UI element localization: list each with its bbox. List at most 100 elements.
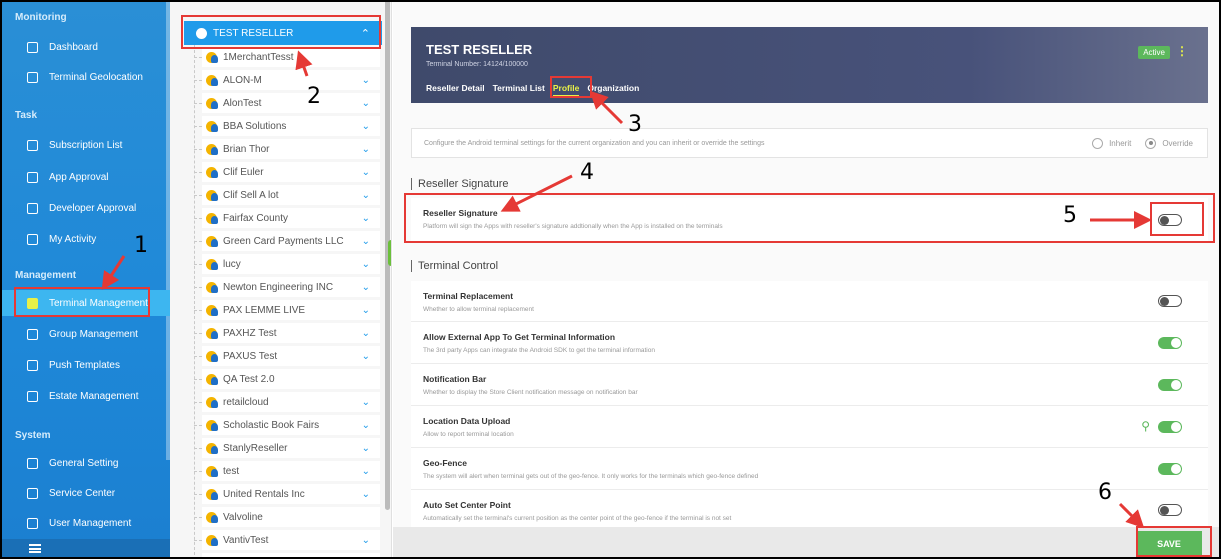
tab-reseller-detail[interactable]: Reseller Detail [426,83,485,97]
footer-bar [393,527,1221,559]
sidebar-item-label: Dashboard [49,41,98,53]
chevron-down-icon[interactable]: ⌄ [362,144,370,155]
override-radio[interactable] [1145,137,1157,149]
sidebar-item-label: Developer Approval [49,202,137,214]
status-badge: Active [1138,46,1170,59]
tree-node-label: VantivTest [223,534,269,546]
chevron-down-icon[interactable]: ⌄ [362,213,370,224]
tab-terminal-list[interactable]: Terminal List [493,83,545,97]
chevron-down-icon[interactable]: ⌄ [362,167,370,178]
sidebar-nav: Monitoring Dashboard Terminal Geolocatio… [0,0,170,559]
estate-icon [27,390,38,402]
tree-node[interactable]: PAXHZ Test ⌄ [194,323,380,343]
tree-node[interactable]: PAX LEMME LIVE ⌄ [194,300,380,320]
tree-node[interactable]: Brian Thor ⌄ [194,139,380,159]
user-group-icon [206,74,218,86]
sidebar-item-developer-approval[interactable]: Developer Approval [0,195,170,221]
chevron-down-icon[interactable]: ⌄ [362,282,370,293]
sidebar-item-general-setting[interactable]: General Setting [0,450,170,476]
tree-node[interactable]: ALON-M ⌄ [194,70,380,90]
activity-icon [27,233,38,245]
chevron-down-icon[interactable]: ⌄ [362,236,370,247]
user-group-icon [206,120,218,132]
menu-toggle-icon[interactable] [29,544,41,553]
external-app-toggle[interactable] [1158,337,1182,349]
sidebar-item-user-management[interactable]: User Management [0,510,170,536]
tree-node[interactable]: StanlyReseller ⌄ [194,438,380,458]
notification-bar-toggle[interactable] [1158,379,1182,391]
location-pin-icon[interactable]: ⚲ [1141,419,1150,433]
setting-description: Allow to report terminal location [423,431,514,438]
tree-node[interactable]: 1MerchantTesst [194,47,380,67]
tree-node-label: Clif Sell A lot [223,189,279,201]
more-options-icon[interactable]: ⋮ [1176,44,1188,58]
auto-center-toggle[interactable] [1158,504,1182,516]
user-group-icon [206,166,218,178]
sidebar-item-push-templates[interactable]: Push Templates [0,352,170,378]
annotation-number-6: 6 [1098,480,1112,505]
chevron-down-icon[interactable]: ⌄ [362,328,370,339]
section-reseller-signature: Reseller Signature [411,178,509,190]
setting-row-auto-center: Auto Set Center Point Automatically set … [411,490,1208,530]
chevron-down-icon[interactable]: ⌄ [362,535,370,546]
tree-node-label: lucy [223,258,241,270]
tree-node[interactable]: AlonTest ⌄ [194,93,380,113]
sidebar-item-terminal-geolocation[interactable]: Terminal Geolocation [0,64,170,90]
chevron-down-icon[interactable]: ⌄ [362,259,370,270]
tree-node-label: retailcloud [223,396,269,408]
section-terminal-control: Terminal Control [411,260,498,272]
setting-title: Notification Bar [423,374,487,384]
annotation-number-3: 3 [628,112,642,137]
chevron-down-icon[interactable]: ⌄ [362,190,370,201]
collapse-handle[interactable] [388,240,391,266]
chevron-down-icon[interactable]: ⌄ [362,75,370,86]
sidebar-item-label: Push Templates [49,359,120,371]
tree-node[interactable]: Scholastic Book Fairs ⌄ [194,415,380,435]
setting-row-terminal-replacement: Terminal Replacement Whether to allow te… [411,281,1208,322]
tree-node[interactable]: BBA Solutions ⌄ [194,116,380,136]
location-upload-toggle[interactable] [1158,421,1182,433]
chevron-down-icon[interactable]: ⌄ [362,351,370,362]
tree-node[interactable]: Andy Test Merchant [202,553,380,559]
sidebar-item-subscription-list[interactable]: Subscription List [0,132,170,158]
chevron-down-icon[interactable]: ⌄ [362,466,370,477]
sidebar-item-group-management[interactable]: Group Management [0,321,170,347]
tree-node[interactable]: Clif Euler ⌄ [194,162,380,182]
tree-node[interactable]: test ⌄ [194,461,380,481]
tree-node[interactable]: Valvoline [194,507,380,527]
geo-fence-toggle[interactable] [1158,463,1182,475]
tree-node[interactable]: VantivTest ⌄ [194,530,380,550]
chevron-down-icon[interactable]: ⌄ [362,305,370,316]
tree-node-label: Scholastic Book Fairs [223,419,320,431]
chevron-down-icon[interactable]: ⌄ [362,489,370,500]
chevron-down-icon[interactable]: ⌄ [362,98,370,109]
chevron-down-icon[interactable]: ⌄ [362,121,370,132]
sidebar-item-label: App Approval [49,171,109,183]
tree-node[interactable]: Green Card Payments LLC ⌄ [194,231,380,251]
tree-node[interactable]: QA Test 2.0 [194,369,380,389]
sidebar-item-service-center[interactable]: Service Center [0,480,170,506]
tree-node[interactable]: United Rentals Inc ⌄ [194,484,380,504]
setting-title: Location Data Upload [423,416,511,426]
tree-node[interactable]: Fairfax County ⌄ [194,208,380,228]
tree-node[interactable]: lucy ⌄ [194,254,380,274]
sidebar-item-app-approval[interactable]: App Approval [0,164,170,190]
page-title: TEST RESELLER [426,42,533,57]
chevron-down-icon[interactable]: ⌄ [362,420,370,431]
tree-node[interactable]: retailcloud ⌄ [194,392,380,412]
tree-node[interactable]: Newton Engineering INC ⌄ [194,277,380,297]
setting-row-geo-fence: Geo-Fence The system will alert when ter… [411,448,1208,490]
setting-row-notification-bar: Notification Bar Whether to display the … [411,364,1208,406]
chevron-down-icon[interactable]: ⌄ [362,443,370,454]
inherit-radio[interactable] [1092,137,1104,149]
tree-node[interactable]: PAXUS Test ⌄ [194,346,380,366]
user-group-icon [206,51,218,63]
sidebar-item-dashboard[interactable]: Dashboard [0,34,170,60]
terminal-replacement-toggle[interactable] [1158,295,1182,307]
tree-node[interactable]: Clif Sell A lot ⌄ [194,185,380,205]
tab-organization[interactable]: Organization [587,83,639,97]
header-tabs: Reseller Detail Terminal List Profile Or… [426,83,647,97]
chevron-down-icon[interactable]: ⌄ [362,397,370,408]
sidebar-item-estate-management[interactable]: Estate Management [0,383,170,409]
user-icon [27,517,38,529]
